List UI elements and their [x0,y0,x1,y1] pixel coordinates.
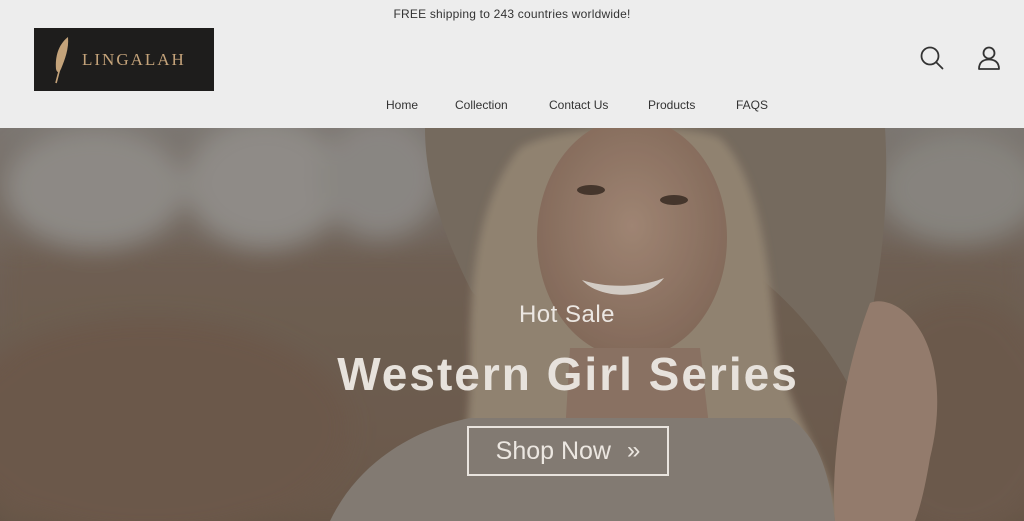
nav-home[interactable]: Home [386,96,418,114]
search-icon [920,46,944,70]
account-icon [978,46,1000,70]
shop-now-label: Shop Now [495,436,611,465]
hero-title: Western Girl Series [337,348,799,400]
main-nav: Home Collection Contact Us Products FAQS [0,96,1024,120]
double-chevron-right-icon: » [627,437,641,464]
nav-faqs[interactable]: FAQS [736,96,768,114]
account-button[interactable] [975,44,1003,72]
hero-eyebrow: Hot Sale [518,301,616,328]
nav-contact-us[interactable]: Contact Us [549,96,608,114]
brand-name: LINGALAH [82,49,186,69]
brand-logo[interactable]: LINGALAH [34,28,214,91]
announcement-bar: FREE shipping to 243 countries worldwide… [0,0,1024,28]
hero-banner: Hot Sale Western Girl Series Shop Now » [0,128,1024,521]
feather-icon [55,36,69,83]
nav-products[interactable]: Products [648,96,695,114]
site-header: LINGALAH Home Collection Contact Us Prod… [0,28,1024,128]
nav-collection[interactable]: Collection [455,96,508,114]
announcement-text: FREE shipping to 243 countries worldwide… [393,7,631,21]
search-button[interactable] [918,44,946,72]
shop-now-button[interactable]: Shop Now » [467,426,669,476]
